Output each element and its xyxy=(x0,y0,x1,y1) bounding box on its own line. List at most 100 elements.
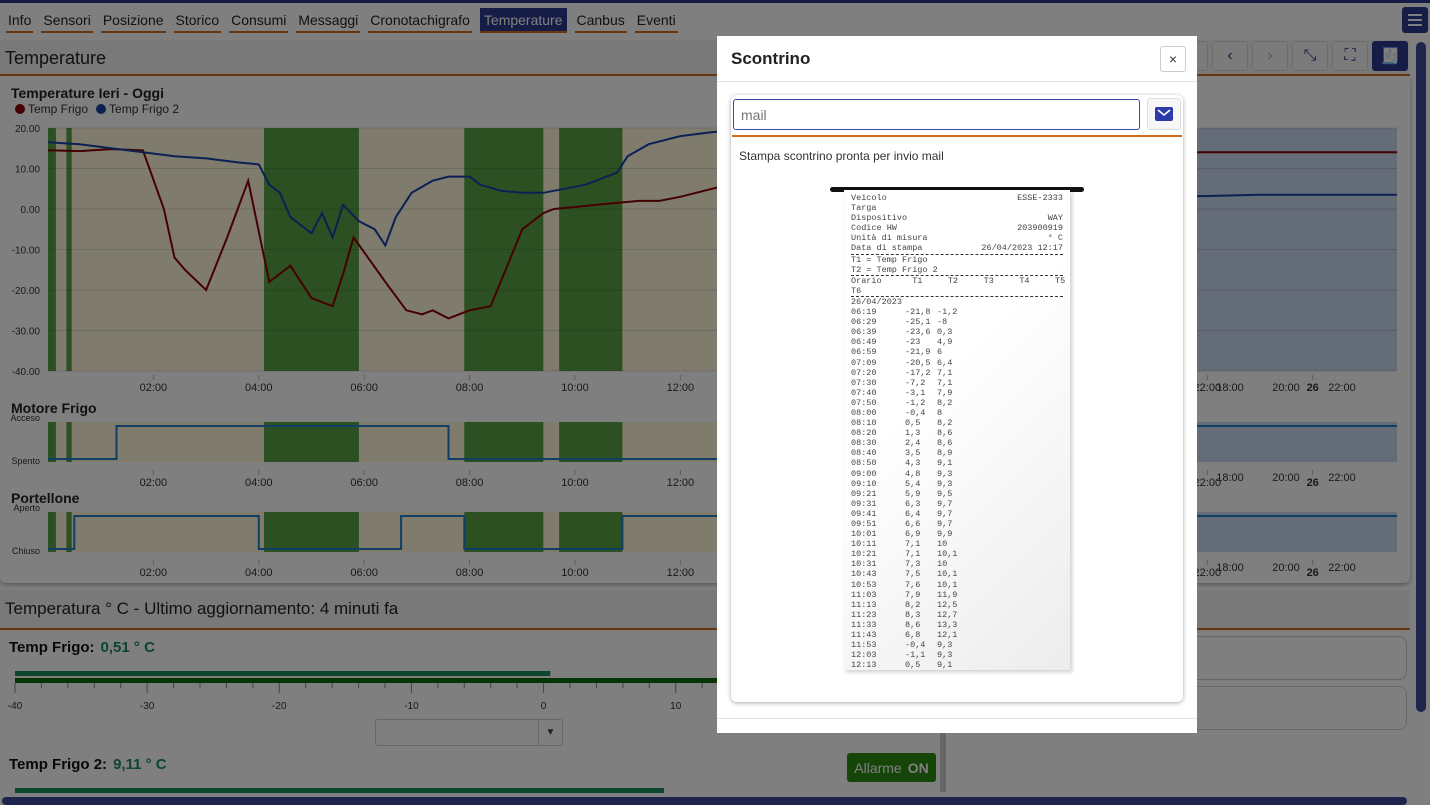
receipt-t1: -1,2 xyxy=(905,397,926,408)
receipt-t1: 6,3 xyxy=(905,498,921,509)
receipt-t1: -21,9 xyxy=(905,347,931,358)
receipt-header-row: Veicolo ESSE-2333 xyxy=(851,193,1063,203)
receipt-t1: 8,2 xyxy=(905,599,921,610)
receipt-t2: 9,3 xyxy=(937,650,953,661)
receipt-time: 07:40 xyxy=(851,387,877,398)
receipt-row: 08:40 3,5 8,9 xyxy=(851,448,1063,458)
receipt-modal: Scontrino × Stampa scontrino pronta per … xyxy=(717,36,1197,733)
receipt-row: 06:19 -21,8 -1,2 xyxy=(851,307,1063,317)
receipt-t1: 6,8 xyxy=(905,630,921,641)
receipt-value: ° C xyxy=(1047,233,1063,244)
receipt-t2: 8 xyxy=(937,407,943,418)
receipt-row: 12:03 -1,1 9,3 xyxy=(851,650,1063,660)
receipt-time: 09:00 xyxy=(851,468,877,479)
receipt-time: 07:30 xyxy=(851,377,877,388)
receipt-row: 09:10 5,4 9,3 xyxy=(851,479,1063,489)
receipt-time: 10:31 xyxy=(851,559,877,570)
receipt-t2: 13,3 xyxy=(937,619,958,630)
close-button[interactable]: × xyxy=(1160,46,1186,72)
send-mail-button[interactable] xyxy=(1147,98,1181,130)
receipt-t2: 7,9 xyxy=(937,387,953,398)
receipt-t2: 12,1 xyxy=(937,630,958,641)
receipt-row: 08:50 4,3 9,1 xyxy=(851,458,1063,468)
receipt-t1: 6,6 xyxy=(905,519,921,529)
receipt-row: 09:41 6,4 9,7 xyxy=(851,509,1063,519)
modal-backdrop[interactable] xyxy=(0,0,1430,805)
envelope-icon xyxy=(1155,107,1173,121)
mail-input[interactable] xyxy=(733,99,1140,130)
receipt-row: 09:51 6,6 9,7 xyxy=(851,519,1063,529)
receipt-time: 09:21 xyxy=(851,488,877,499)
receipt-t1: 7,5 xyxy=(905,569,921,580)
receipt-t2: 8,2 xyxy=(937,397,953,408)
receipt-row: 09:00 4,8 9,3 xyxy=(851,469,1063,479)
receipt-time: 06:49 xyxy=(851,337,877,348)
receipt-time: 08:30 xyxy=(851,438,877,449)
receipt-time: 11:03 xyxy=(851,589,877,600)
receipt-t1: -23 xyxy=(905,337,921,348)
receipt-t2: 8,6 xyxy=(937,428,953,439)
receipt-t2: 9,3 xyxy=(937,640,953,651)
receipt-t1: 7,1 xyxy=(905,539,921,550)
receipt-time: 11:23 xyxy=(851,609,877,620)
receipt-time: 08:00 xyxy=(851,407,877,418)
receipt-row: 11:23 8,3 12,7 xyxy=(851,610,1063,620)
receipt-t1: 3,5 xyxy=(905,448,921,459)
receipt-time: 09:51 xyxy=(851,519,877,529)
receipt-value: WAY xyxy=(1047,213,1063,224)
receipt-t2: 6 xyxy=(937,347,943,358)
receipt-row: 08:00 -0,4 8 xyxy=(851,408,1063,418)
status-message: Stampa scontrino pronta per invio mail xyxy=(739,149,944,163)
receipt-paper: Veicolo ESSE-2333 Targa Dispositivo WAY Codic… xyxy=(844,190,1070,670)
receipt-value: 203900919 xyxy=(1017,223,1063,234)
receipt-row: 07:09 -20,5 6,4 xyxy=(851,358,1063,368)
receipt-key: Unità di misura xyxy=(851,233,928,244)
receipt-row: 10:43 7,5 10,1 xyxy=(851,569,1063,579)
receipt-t1: -0,4 xyxy=(905,407,926,418)
receipt-row: 12:13 0,5 9,1 xyxy=(851,660,1063,670)
receipt-key: Targa xyxy=(851,203,877,214)
receipt-time: 10:11 xyxy=(851,539,877,550)
receipt-row: 08:20 1,3 8,6 xyxy=(851,428,1063,438)
receipt-t2: 8,6 xyxy=(937,438,953,449)
receipt-time: 06:39 xyxy=(851,327,877,338)
receipt-t1: 7,6 xyxy=(905,579,921,590)
receipt-t2: 6,4 xyxy=(937,357,953,368)
receipt-time: 10:43 xyxy=(851,569,877,580)
receipt-key: Veicolo xyxy=(851,193,887,203)
receipt-columns: Orario T1 T2 T3 T4 T5 xyxy=(851,275,1066,286)
receipt-t1: -23,6 xyxy=(905,327,931,338)
receipt-t1: 1,3 xyxy=(905,428,921,439)
modal-footer-divider xyxy=(717,718,1197,719)
receipt-row: 06:39 -23,6 0,3 xyxy=(851,327,1063,337)
receipt-t1: 7,1 xyxy=(905,549,921,560)
receipt-row: 09:21 5,9 9,5 xyxy=(851,489,1063,499)
receipt-t2: 0,3 xyxy=(937,327,953,338)
receipt-row: 09:31 6,3 9,7 xyxy=(851,499,1063,509)
modal-title: Scontrino xyxy=(731,49,811,68)
receipt-t1: -3,1 xyxy=(905,387,926,398)
receipt-t2: 4,9 xyxy=(937,337,953,348)
receipt-time: 08:20 xyxy=(851,428,877,439)
receipt-date: 26/04/2023 xyxy=(851,296,903,307)
receipt-row: 06:49 -23 4,9 xyxy=(851,337,1063,347)
receipt-t2: 8,9 xyxy=(937,448,953,459)
receipt-time: 11:13 xyxy=(851,599,877,610)
receipt-t2: -1,2 xyxy=(937,307,958,318)
receipt-t1: 0,5 xyxy=(905,418,921,429)
receipt-t2: 7,1 xyxy=(937,377,953,388)
receipt-t1: 8,6 xyxy=(905,619,921,630)
receipt-time: 09:41 xyxy=(851,508,877,519)
receipt-t2: 9,7 xyxy=(937,508,953,519)
receipt-time: 11:33 xyxy=(851,619,877,630)
receipt-time: 06:19 xyxy=(851,307,877,318)
receipt-row: 10:01 6,9 9,9 xyxy=(851,529,1063,539)
receipt-row: 10:53 7,6 10,1 xyxy=(851,580,1063,590)
receipt-row: 11:03 7,9 11,9 xyxy=(851,590,1063,600)
receipt-row: 07:50 -1,2 8,2 xyxy=(851,398,1063,408)
receipt-row: 06:29 -25,1 -8 xyxy=(851,317,1063,327)
receipt-t2: 11,9 xyxy=(937,589,958,600)
receipt-t1: 7,9 xyxy=(905,589,921,600)
receipt-time: 08:10 xyxy=(851,418,877,429)
receipt-t1: 6,4 xyxy=(905,508,921,519)
